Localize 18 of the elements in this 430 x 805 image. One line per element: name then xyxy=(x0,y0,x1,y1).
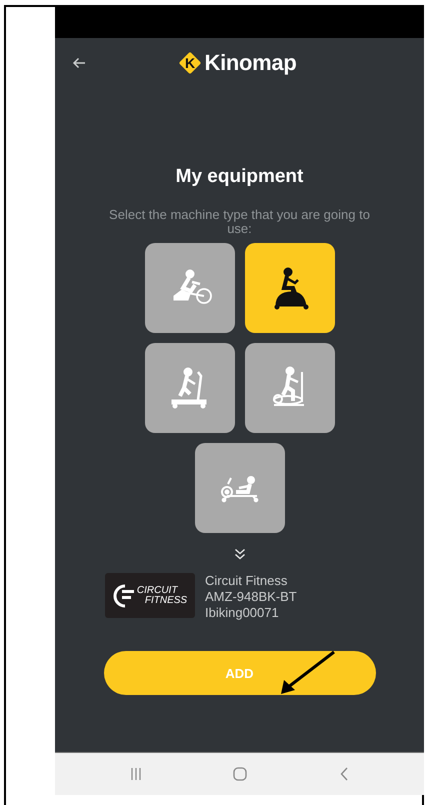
instruction-text: Select the machine type that you are going to use: xyxy=(108,208,371,236)
app-logo-text: Kinomap xyxy=(204,50,296,76)
machine-option[interactable] xyxy=(244,243,334,333)
expand-chevron-icon[interactable] xyxy=(234,548,246,560)
back-arrow-icon[interactable] xyxy=(72,57,86,69)
device-info-text: Circuit Fitness xyxy=(205,573,288,589)
add-button[interactable]: ADD xyxy=(104,651,376,695)
pointer-arrow xyxy=(279,650,337,696)
brand-logo-text: FITNESS xyxy=(144,596,188,606)
logo-icon: K xyxy=(178,51,202,75)
device-info-text: Ibiking00071 xyxy=(205,605,280,621)
brand-mark-icon xyxy=(112,582,135,608)
page-title: My equipment xyxy=(176,165,304,189)
back-icon[interactable] xyxy=(340,767,348,781)
brand-logo-text: CIRCUIT xyxy=(136,586,179,596)
recent-apps-icon[interactable] xyxy=(131,768,142,780)
device-info-text: AMZ-948BK-BT xyxy=(205,589,297,605)
home-icon[interactable] xyxy=(233,767,248,781)
